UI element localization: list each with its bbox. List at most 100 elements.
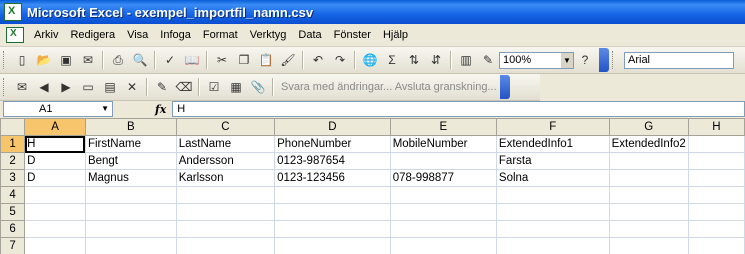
cell[interactable] bbox=[687, 152, 745, 170]
cell[interactable] bbox=[687, 220, 745, 238]
menu-hjalp[interactable]: Hjälp bbox=[377, 29, 414, 41]
insert-function-icon[interactable]: fx bbox=[155, 103, 166, 116]
next-comment-icon[interactable]: ▶ bbox=[56, 77, 76, 97]
cell[interactable]: Andersson bbox=[175, 152, 276, 170]
cell[interactable]: ExtendedInfo1 bbox=[495, 135, 610, 153]
cell[interactable] bbox=[175, 220, 276, 238]
row-header[interactable]: 6 bbox=[0, 220, 26, 238]
cell[interactable] bbox=[608, 220, 689, 238]
send-to-mail-icon[interactable]: 📎 bbox=[248, 77, 268, 97]
cell[interactable] bbox=[495, 203, 610, 221]
excel-app-icon[interactable] bbox=[4, 3, 22, 21]
cell[interactable] bbox=[687, 169, 745, 187]
row-header[interactable]: 1 bbox=[0, 135, 26, 153]
cell[interactable] bbox=[687, 135, 745, 153]
ink-annotations-icon[interactable]: ✎ bbox=[152, 77, 172, 97]
menu-visa[interactable]: Visa bbox=[121, 29, 154, 41]
cut-icon[interactable]: ✂ bbox=[212, 50, 232, 70]
cell[interactable] bbox=[389, 237, 497, 254]
column-header-f[interactable]: F bbox=[495, 118, 610, 136]
review-actions[interactable]: Svara med ändringar... Avsluta gransknin… bbox=[281, 81, 497, 93]
sort-ascending-icon[interactable]: ⇅ bbox=[404, 50, 424, 70]
cell[interactable]: PhoneNumber bbox=[274, 135, 391, 153]
cell[interactable] bbox=[24, 186, 86, 204]
zoom-select[interactable]: 100% ▼ bbox=[499, 51, 574, 69]
cell[interactable] bbox=[495, 186, 610, 204]
cell[interactable] bbox=[608, 186, 689, 204]
column-header-a[interactable]: A bbox=[24, 118, 86, 136]
select-all-corner[interactable] bbox=[0, 118, 26, 136]
cell[interactable]: D bbox=[24, 169, 86, 187]
undo-icon[interactable]: ↶ bbox=[308, 50, 328, 70]
cell[interactable]: 078-998877 bbox=[389, 169, 497, 187]
cell[interactable]: 0123-123456 bbox=[274, 169, 391, 187]
save-icon[interactable]: ▣ bbox=[56, 50, 76, 70]
cell[interactable] bbox=[84, 237, 177, 254]
toolbar-grip[interactable] bbox=[3, 78, 7, 96]
toolbar-grip[interactable] bbox=[3, 51, 7, 69]
cell[interactable]: FirstName bbox=[84, 135, 177, 153]
cell[interactable] bbox=[274, 186, 391, 204]
cell[interactable]: MobileNumber bbox=[389, 135, 497, 153]
cell[interactable] bbox=[84, 220, 177, 238]
cell[interactable] bbox=[84, 203, 177, 221]
cell[interactable] bbox=[24, 203, 86, 221]
cell[interactable]: Karlsson bbox=[175, 169, 276, 187]
print-preview-icon[interactable]: 🔍 bbox=[130, 50, 150, 70]
menu-verktyg[interactable]: Verktyg bbox=[244, 29, 293, 41]
cell[interactable] bbox=[495, 220, 610, 238]
workbook-icon[interactable] bbox=[6, 27, 24, 43]
cell[interactable]: Bengt bbox=[84, 152, 177, 170]
cell[interactable] bbox=[274, 203, 391, 221]
cell[interactable] bbox=[389, 203, 497, 221]
cell[interactable]: D bbox=[24, 152, 86, 170]
paste-icon[interactable]: 📋 bbox=[256, 50, 276, 70]
menu-format[interactable]: Format bbox=[197, 29, 244, 41]
cell[interactable] bbox=[608, 152, 689, 170]
cell[interactable] bbox=[687, 186, 745, 204]
cell[interactable] bbox=[608, 237, 689, 254]
column-header-e[interactable]: E bbox=[389, 118, 497, 136]
cell-a1[interactable]: H bbox=[24, 135, 86, 153]
row-header[interactable]: 5 bbox=[0, 203, 26, 221]
menu-infoga[interactable]: Infoga bbox=[154, 29, 197, 41]
help-icon[interactable]: ? bbox=[575, 50, 595, 70]
show-all-comments-icon[interactable]: ▤ bbox=[100, 77, 120, 97]
formula-input[interactable]: H bbox=[172, 101, 745, 117]
row-header[interactable]: 4 bbox=[0, 186, 26, 204]
cell[interactable] bbox=[687, 237, 745, 254]
column-header-c[interactable]: C bbox=[175, 118, 276, 136]
new-icon[interactable]: ▯ bbox=[12, 50, 32, 70]
cell[interactable] bbox=[687, 203, 745, 221]
menu-redigera[interactable]: Redigera bbox=[64, 29, 121, 41]
delete-comment-icon[interactable]: ✕ bbox=[122, 77, 142, 97]
cell[interactable]: Farsta bbox=[495, 152, 610, 170]
cell[interactable] bbox=[495, 237, 610, 254]
column-header-h[interactable]: H bbox=[687, 118, 745, 136]
chart-wizard-icon[interactable]: ▥ bbox=[456, 50, 476, 70]
cell[interactable]: LastName bbox=[175, 135, 276, 153]
column-header-d[interactable]: D bbox=[274, 118, 391, 136]
toolbar-options-icon[interactable] bbox=[599, 48, 609, 72]
column-header-b[interactable]: B bbox=[84, 118, 177, 136]
create-task-icon[interactable]: ☑ bbox=[204, 77, 224, 97]
update-file-icon[interactable]: ▦ bbox=[226, 77, 246, 97]
drawing-icon[interactable]: ✎ bbox=[478, 50, 498, 70]
autosum-icon[interactable]: Σ bbox=[382, 50, 402, 70]
menu-data[interactable]: Data bbox=[292, 29, 327, 41]
cell[interactable]: ExtendedInfo2 bbox=[608, 135, 689, 153]
redo-icon[interactable]: ↷ bbox=[330, 50, 350, 70]
cell[interactable]: 0123-987654 bbox=[274, 152, 391, 170]
research-icon[interactable]: 📖 bbox=[182, 50, 202, 70]
spelling-icon[interactable]: ✓ bbox=[160, 50, 180, 70]
cell[interactable] bbox=[389, 186, 497, 204]
open-icon[interactable]: 📂 bbox=[34, 50, 54, 70]
copy-icon[interactable]: ❐ bbox=[234, 50, 254, 70]
sort-descending-icon[interactable]: ⇵ bbox=[426, 50, 446, 70]
cell[interactable] bbox=[84, 186, 177, 204]
toolbar-options-icon[interactable] bbox=[499, 75, 510, 99]
print-icon[interactable]: ⎙ bbox=[108, 50, 128, 70]
menu-arkiv[interactable]: Arkiv bbox=[28, 29, 64, 41]
chevron-down-icon[interactable]: ▼ bbox=[101, 102, 109, 116]
cell[interactable] bbox=[274, 237, 391, 254]
